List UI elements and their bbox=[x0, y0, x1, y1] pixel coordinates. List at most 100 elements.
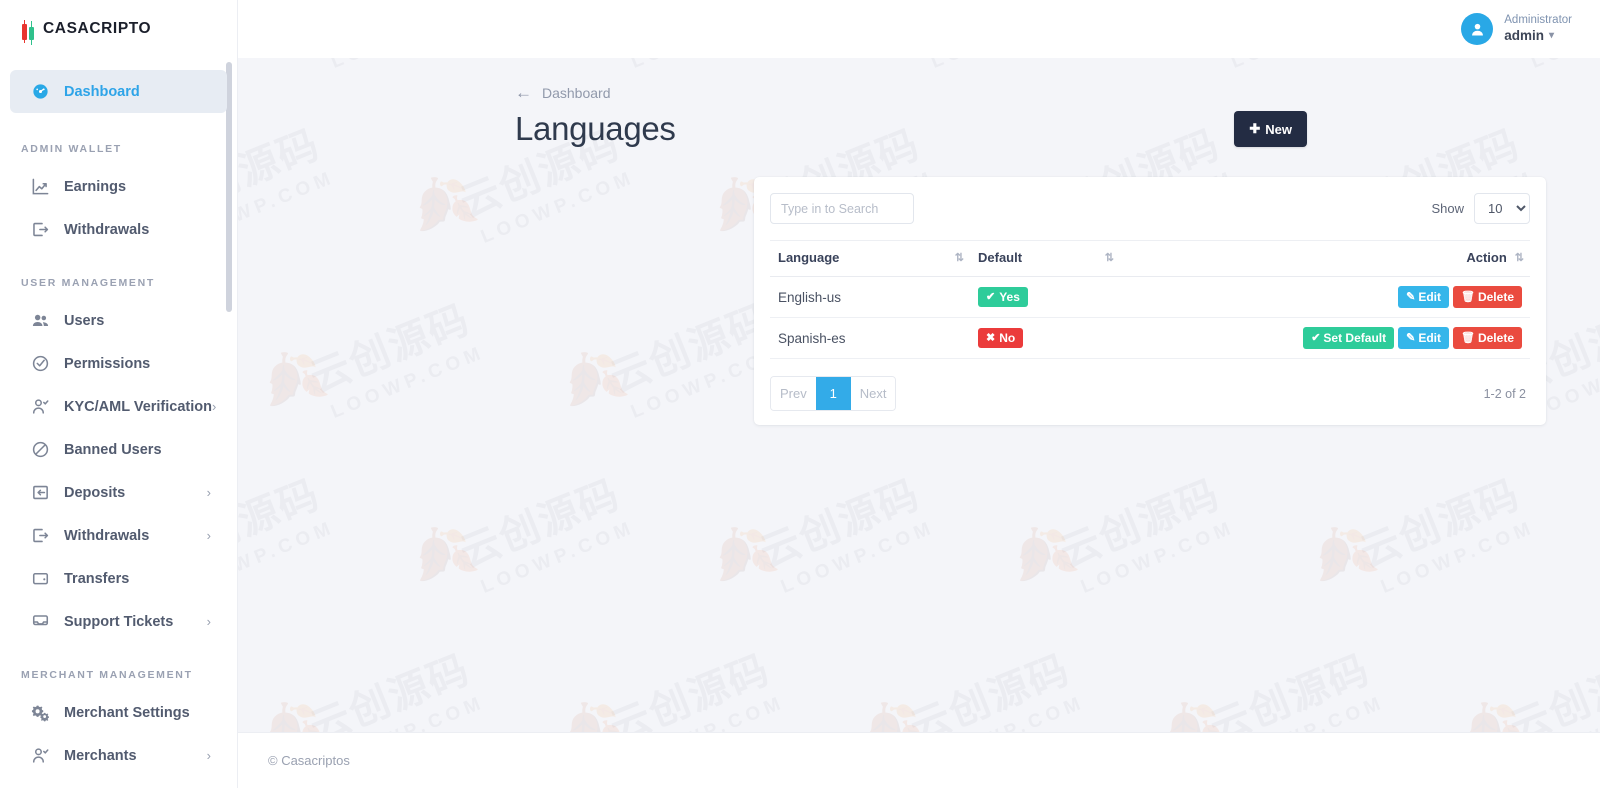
column-header-label: Action bbox=[1466, 250, 1507, 265]
sidebar-item-transfers[interactable]: Transfers bbox=[10, 557, 227, 600]
sidebar-item-permissions[interactable]: Permissions bbox=[10, 342, 227, 385]
sidebar-item-label: Dashboard bbox=[64, 83, 140, 100]
chevron-right-icon: › bbox=[211, 399, 217, 414]
title-row: Languages ✚ New bbox=[515, 110, 1307, 148]
sidebar-item-label: Banned Users bbox=[64, 441, 162, 458]
chevron-down-icon: ▾ bbox=[1549, 29, 1555, 41]
pagination-page-1[interactable]: 1 bbox=[815, 377, 851, 410]
page-title: Languages bbox=[515, 110, 676, 147]
cell-language: English-us bbox=[770, 276, 970, 318]
column-header-language[interactable]: Language ⇅ bbox=[770, 240, 970, 277]
user-menu[interactable]: Administrator admin ▾ bbox=[1461, 13, 1572, 45]
gears-icon bbox=[31, 703, 55, 722]
sort-icon[interactable]: ⇅ bbox=[1515, 251, 1524, 264]
sidebar-item-kyc-aml-verification[interactable]: KYC/AML Verification › bbox=[10, 385, 227, 428]
new-button[interactable]: ✚ New bbox=[1234, 111, 1307, 147]
column-header-label: Language bbox=[778, 250, 840, 265]
sidebar-item-label: Support Tickets bbox=[64, 613, 174, 630]
inbox-icon bbox=[31, 612, 55, 631]
cell-action: ✎ Edit 🗑 Delete bbox=[1120, 276, 1530, 318]
sidebar-item-withdrawals[interactable]: Withdrawals › bbox=[10, 514, 227, 557]
edit-button[interactable]: ✎ Edit bbox=[1398, 327, 1449, 349]
cell-default: ✔ Yes bbox=[970, 276, 1120, 318]
edit-button-label: Edit bbox=[1418, 290, 1441, 304]
sidebar-item-banned-users[interactable]: Banned Users bbox=[10, 428, 227, 471]
trash-icon: 🗑 bbox=[1461, 290, 1475, 303]
sidebar-section-merchant-management: MERCHANT MANAGEMENT bbox=[21, 669, 193, 681]
chevron-right-icon: › bbox=[206, 748, 211, 763]
page-footer: © Casacriptos bbox=[238, 732, 1600, 788]
arrow-left-icon: ← bbox=[515, 83, 532, 102]
sidebar-item-deposits[interactable]: Deposits › bbox=[10, 471, 227, 514]
pagination-prev[interactable]: Prev bbox=[771, 377, 816, 410]
sidebar-item-label: Permissions bbox=[64, 355, 151, 372]
sidebar-item-merchant-settings[interactable]: Merchant Settings bbox=[10, 691, 227, 734]
pencil-icon: ✎ bbox=[1406, 331, 1416, 344]
cell-language: Spanish-es bbox=[770, 317, 970, 359]
user-meta: Administrator admin ▾ bbox=[1504, 13, 1572, 44]
delete-button[interactable]: 🗑 Delete bbox=[1453, 327, 1522, 349]
edit-button[interactable]: ✎ Edit bbox=[1398, 286, 1449, 308]
box-arrow-right-icon bbox=[31, 526, 55, 545]
sort-icon[interactable]: ⇅ bbox=[1105, 251, 1114, 264]
pencil-icon: ✎ bbox=[1406, 290, 1416, 303]
sidebar-section-user-management: USER MANAGEMENT bbox=[21, 277, 156, 289]
pagination-next[interactable]: Next bbox=[850, 377, 896, 410]
people-icon bbox=[31, 311, 55, 330]
table-row: English-us ✔ Yes ✎ Edit 🗑 Delete bbox=[770, 276, 1530, 318]
card-footer: Prev 1 Next 1-2 of 2 bbox=[770, 359, 1530, 411]
sidebar-item-label: Transfers bbox=[64, 570, 130, 587]
table-head: Language ⇅ Default ⇅ Action ⇅ bbox=[770, 240, 1530, 277]
user-role: Administrator bbox=[1504, 14, 1572, 27]
brand-name: CASACRIPTO bbox=[43, 20, 152, 37]
status-badge: ✔ Yes bbox=[978, 287, 1028, 307]
sidebar-item-support-tickets[interactable]: Support Tickets › bbox=[10, 600, 227, 643]
breadcrumb-label: Dashboard bbox=[542, 84, 611, 101]
sidebar-item-earnings[interactable]: Earnings bbox=[10, 165, 227, 208]
card-toolbar: Show 10 bbox=[770, 193, 1530, 240]
app-root: CASACRIPTO Dashboard ADMIN WALLET Earnin… bbox=[0, 0, 1600, 788]
delete-button-label: Delete bbox=[1477, 331, 1514, 345]
column-header-default[interactable]: Default ⇅ bbox=[970, 240, 1120, 277]
sidebar-item-label: Merchants bbox=[64, 747, 137, 764]
column-header-action[interactable]: Action ⇅ bbox=[1120, 240, 1530, 277]
edit-button-label: Edit bbox=[1418, 331, 1441, 345]
footer-copyright: © Casacriptos bbox=[268, 753, 350, 768]
new-button-label: New bbox=[1265, 121, 1292, 137]
delete-button[interactable]: 🗑 Delete bbox=[1453, 286, 1522, 308]
sidebar: CASACRIPTO Dashboard ADMIN WALLET Earnin… bbox=[0, 0, 238, 788]
check-icon: ✔ bbox=[1311, 331, 1321, 344]
check-icon: ✔ bbox=[986, 290, 996, 303]
set-default-button-label: Set Default bbox=[1323, 331, 1387, 345]
plus-icon: ✚ bbox=[1249, 121, 1261, 136]
speedometer-icon bbox=[31, 82, 55, 101]
languages-card: Show 10 Language ⇅ bbox=[754, 177, 1546, 425]
chevron-right-icon: › bbox=[206, 528, 211, 543]
chevron-right-icon: › bbox=[206, 614, 211, 629]
user-name-text: admin bbox=[1504, 27, 1545, 43]
search-input[interactable] bbox=[770, 193, 914, 224]
sidebar-item-admin-withdrawals[interactable]: Withdrawals bbox=[10, 208, 227, 251]
main-area: Administrator admin ▾ ← Dashboard Langua… bbox=[238, 0, 1600, 788]
chevron-right-icon: › bbox=[206, 485, 211, 500]
action-button-group: ✎ Edit 🗑 Delete bbox=[1398, 286, 1522, 308]
status-badge-label: Yes bbox=[999, 290, 1020, 304]
set-default-button[interactable]: ✔ Set Default bbox=[1303, 327, 1395, 349]
sort-icon[interactable]: ⇅ bbox=[955, 251, 964, 264]
pagination: Prev 1 Next bbox=[770, 376, 897, 411]
sidebar-item-users[interactable]: Users bbox=[10, 299, 227, 342]
trash-icon: 🗑 bbox=[1461, 331, 1475, 344]
brand-logo[interactable]: CASACRIPTO bbox=[0, 0, 237, 58]
table-header-row: Language ⇅ Default ⇅ Action ⇅ bbox=[770, 240, 1530, 277]
show-entries-control: Show 10 bbox=[1431, 193, 1530, 224]
status-badge: ✖ No bbox=[978, 328, 1024, 348]
show-entries-select[interactable]: 10 bbox=[1474, 193, 1530, 224]
person-check-icon bbox=[31, 746, 55, 765]
sidebar-item-merchants[interactable]: Merchants › bbox=[10, 734, 227, 777]
languages-table: Language ⇅ Default ⇅ Action ⇅ English-us… bbox=[770, 240, 1530, 359]
sidebar-item-dashboard[interactable]: Dashboard bbox=[10, 70, 227, 113]
sidebar-item-label: Deposits bbox=[64, 484, 126, 501]
content-area: ← Dashboard Languages ✚ New Show bbox=[238, 58, 1600, 732]
user-name-row: admin ▾ bbox=[1504, 28, 1572, 45]
breadcrumb[interactable]: ← Dashboard bbox=[515, 84, 1307, 101]
